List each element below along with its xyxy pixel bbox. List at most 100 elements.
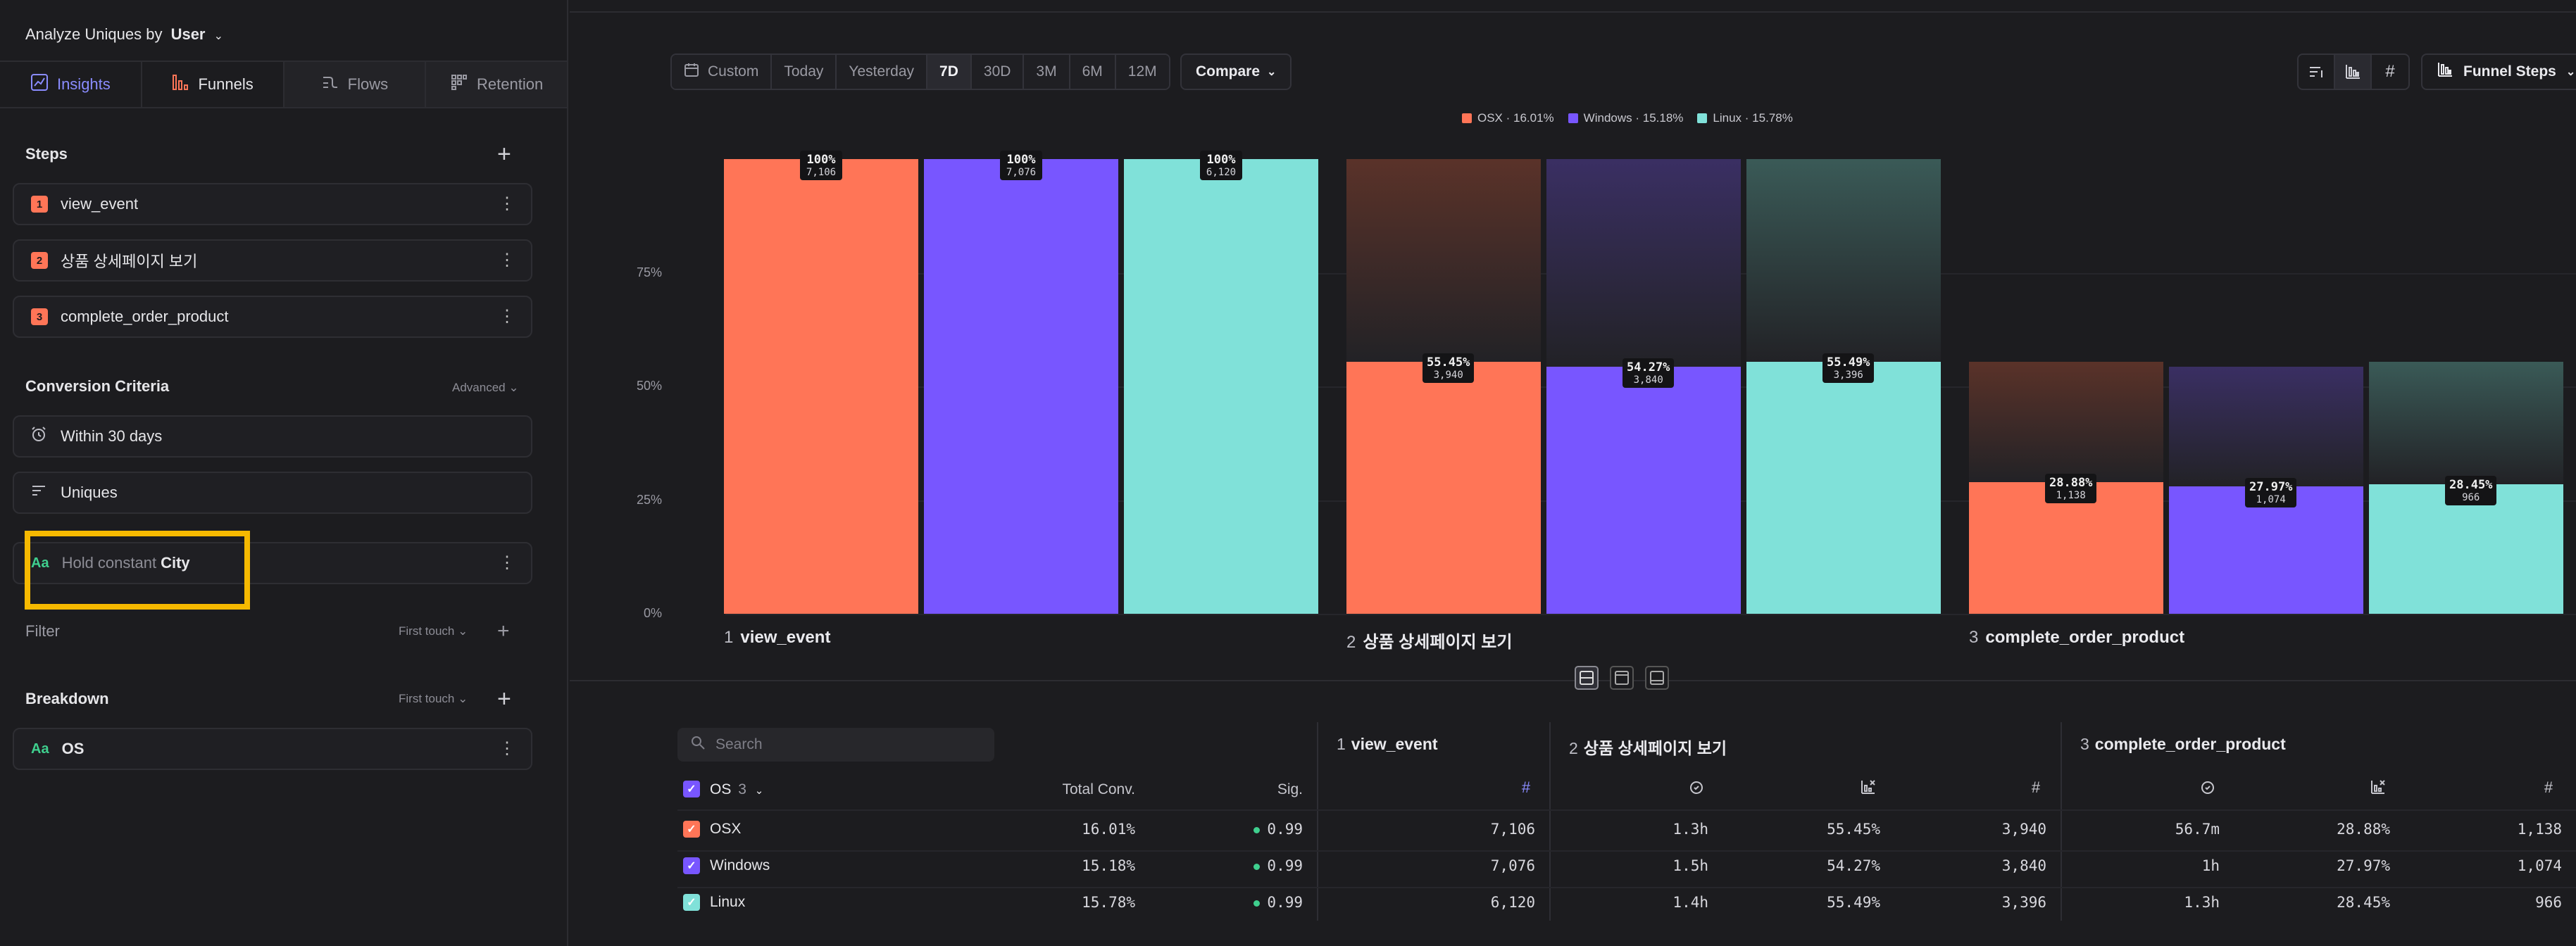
step-label: 상품 상세페이지 보기 [61, 253, 198, 270]
legend-item-osx[interactable]: OSX · 16.01% [1462, 111, 1554, 125]
time-to-convert-icon[interactable] [2197, 778, 2218, 800]
bar-percent-label: 28.45% [2449, 478, 2493, 493]
analyze-by-selector[interactable]: Analyze Uniques by User ⌄ [25, 25, 223, 44]
dropoff-bar[interactable] [1746, 159, 1941, 362]
compare-button[interactable]: Compare ⌄ [1180, 53, 1292, 90]
sidebar: Analyze Uniques by User ⌄ Insights Funne… [0, 0, 568, 946]
step-row-3[interactable]: 3 complete_order_product ⋮ [13, 296, 532, 338]
step-num: 2 [1569, 739, 1578, 757]
add-breakdown-plus-icon[interactable]: + [497, 687, 511, 711]
dropoff-bar[interactable] [1546, 159, 1741, 367]
count-hash-icon[interactable]: # [1515, 778, 1537, 797]
legend-item-linux[interactable]: Linux · 15.78% [1697, 111, 1793, 125]
tab-funnels[interactable]: Funnels [142, 62, 285, 107]
more-options-icon[interactable]: ⋮ [499, 553, 515, 573]
tab-insights-label: Insights [56, 75, 111, 93]
bar-value-label: 100% 7,076 [1000, 151, 1042, 180]
sort-list-icon[interactable] [2299, 55, 2335, 89]
bar-count-label: 1,138 [2056, 490, 2086, 502]
filter-attribution-selector[interactable]: First touch ⌄ [399, 624, 468, 638]
bar-value-label: 55.45% 3,940 [1423, 353, 1475, 383]
conversion-window-row[interactable]: Within 30 days [13, 415, 532, 458]
dropoff-bar[interactable] [1969, 361, 2163, 483]
dropoff-bar[interactable] [2369, 361, 2563, 485]
legend-item-windows[interactable]: Windows · 15.18% [1568, 111, 1683, 125]
column-divider [2061, 722, 2062, 921]
add-filter-plus-icon[interactable]: + [497, 621, 510, 642]
date-option-12m[interactable]: 12M [1115, 55, 1169, 89]
date-option-label: Custom [708, 63, 759, 80]
date-option-yesterday[interactable]: Yesterday [837, 55, 928, 89]
bar-osx-step-2[interactable] [1346, 361, 1541, 614]
chart-only-layout-icon[interactable] [1610, 666, 1634, 690]
split-layout-icon[interactable] [1575, 666, 1599, 690]
bar-count-label: 3,840 [1633, 374, 1663, 386]
date-option-30d[interactable]: 30D [971, 55, 1025, 89]
date-option-today[interactable]: Today [772, 55, 837, 89]
sig-header[interactable]: Sig. [1197, 781, 1303, 798]
breakdown-row-os[interactable]: Aa OS ⋮ [13, 728, 532, 770]
conversion-rate-icon[interactable] [1858, 778, 1879, 800]
y-tick-label: 25% [636, 492, 662, 507]
time-to-convert-icon[interactable] [1686, 778, 1707, 800]
bar-count-label: 1,074 [2256, 494, 2286, 506]
row-checkbox[interactable]: ✓ [683, 857, 700, 874]
bar-percent-label: 100% [1006, 153, 1036, 167]
bar-percent-label: 28.88% [2049, 476, 2093, 491]
tab-flows[interactable]: Flows [284, 62, 427, 107]
select-all-checkbox[interactable]: ✓ [683, 781, 700, 797]
bar-count-label: 7,076 [1006, 167, 1037, 178]
table-only-layout-icon[interactable] [1645, 666, 1669, 690]
significance-value: 0.99 [1267, 894, 1303, 911]
bar-windows-step-1[interactable] [924, 159, 1118, 614]
advanced-toggle[interactable]: Advanced ⌄ [452, 381, 519, 395]
row-checkbox[interactable]: ✓ [683, 821, 700, 838]
dropoff-bar[interactable] [2169, 367, 2363, 487]
bar-osx-step-1[interactable] [724, 159, 918, 614]
step3-time-cell: 56.7m [2175, 821, 2220, 838]
step-num: 3 [2080, 735, 2089, 753]
bar-windows-step-2[interactable] [1546, 367, 1741, 614]
step3-count-cell: 1,074 [2517, 857, 2562, 874]
date-option-6m[interactable]: 6M [1070, 55, 1116, 89]
more-options-icon[interactable]: ⋮ [499, 739, 515, 759]
hash-metric-icon[interactable]: # [2372, 55, 2408, 89]
step-name: complete_order_product [1985, 628, 2185, 647]
tab-retention[interactable]: Retention [426, 62, 567, 107]
add-step-plus-icon[interactable]: + [497, 142, 511, 166]
step-row-1[interactable]: 1 view_event ⋮ [13, 183, 532, 225]
dropoff-bar[interactable] [1346, 159, 1541, 362]
group-header[interactable]: OS 3 ⌄ [710, 781, 763, 798]
conversion-rate-icon[interactable] [2368, 778, 2389, 800]
chart-type-selector[interactable]: Funnel Steps ⌄ [2421, 53, 2576, 90]
bar-linux-step-2[interactable] [1746, 361, 1941, 614]
step-num: 1 [1337, 735, 1346, 753]
step-row-2[interactable]: 2 상품 상세페이지 보기 ⋮ [13, 239, 532, 282]
date-option-3m[interactable]: 3M [1024, 55, 1070, 89]
total-conv-header[interactable]: Total Conv. [994, 781, 1136, 798]
count-hash-icon[interactable]: # [2025, 778, 2046, 797]
more-options-icon[interactable]: ⋮ [499, 251, 515, 270]
bar-linux-step-1[interactable] [1124, 159, 1318, 614]
row-checkbox[interactable]: ✓ [683, 894, 700, 911]
table-search-input[interactable]: Search [677, 728, 994, 762]
date-option-custom[interactable]: Custom [672, 55, 773, 89]
column-divider [1317, 722, 1318, 921]
date-option-7d[interactable]: 7D [927, 55, 972, 89]
step3-conversion-cell: 28.88% [2337, 821, 2390, 838]
advanced-label: Advanced [452, 381, 506, 394]
table-step-header-3: 3 complete_order_product [2080, 735, 2286, 754]
more-options-icon[interactable]: ⋮ [499, 194, 515, 214]
chart-table-divider[interactable] [570, 680, 2576, 681]
tab-insights[interactable]: Insights [0, 62, 142, 107]
more-options-icon[interactable]: ⋮ [499, 307, 515, 327]
legend-swatch [1462, 113, 1472, 123]
legend-label: Linux · 15.78% [1713, 111, 1793, 125]
step-num: 3 [1969, 628, 1979, 647]
chart-step-label-1: 1 view_event [724, 628, 830, 648]
count-hash-icon[interactable]: # [2538, 778, 2559, 797]
bar-chart-icon[interactable] [2335, 55, 2372, 89]
counting-method-row[interactable]: Uniques [13, 472, 532, 514]
tab-retention-label: Retention [477, 75, 544, 93]
breakdown-attribution-selector[interactable]: First touch ⌄ [399, 692, 468, 706]
